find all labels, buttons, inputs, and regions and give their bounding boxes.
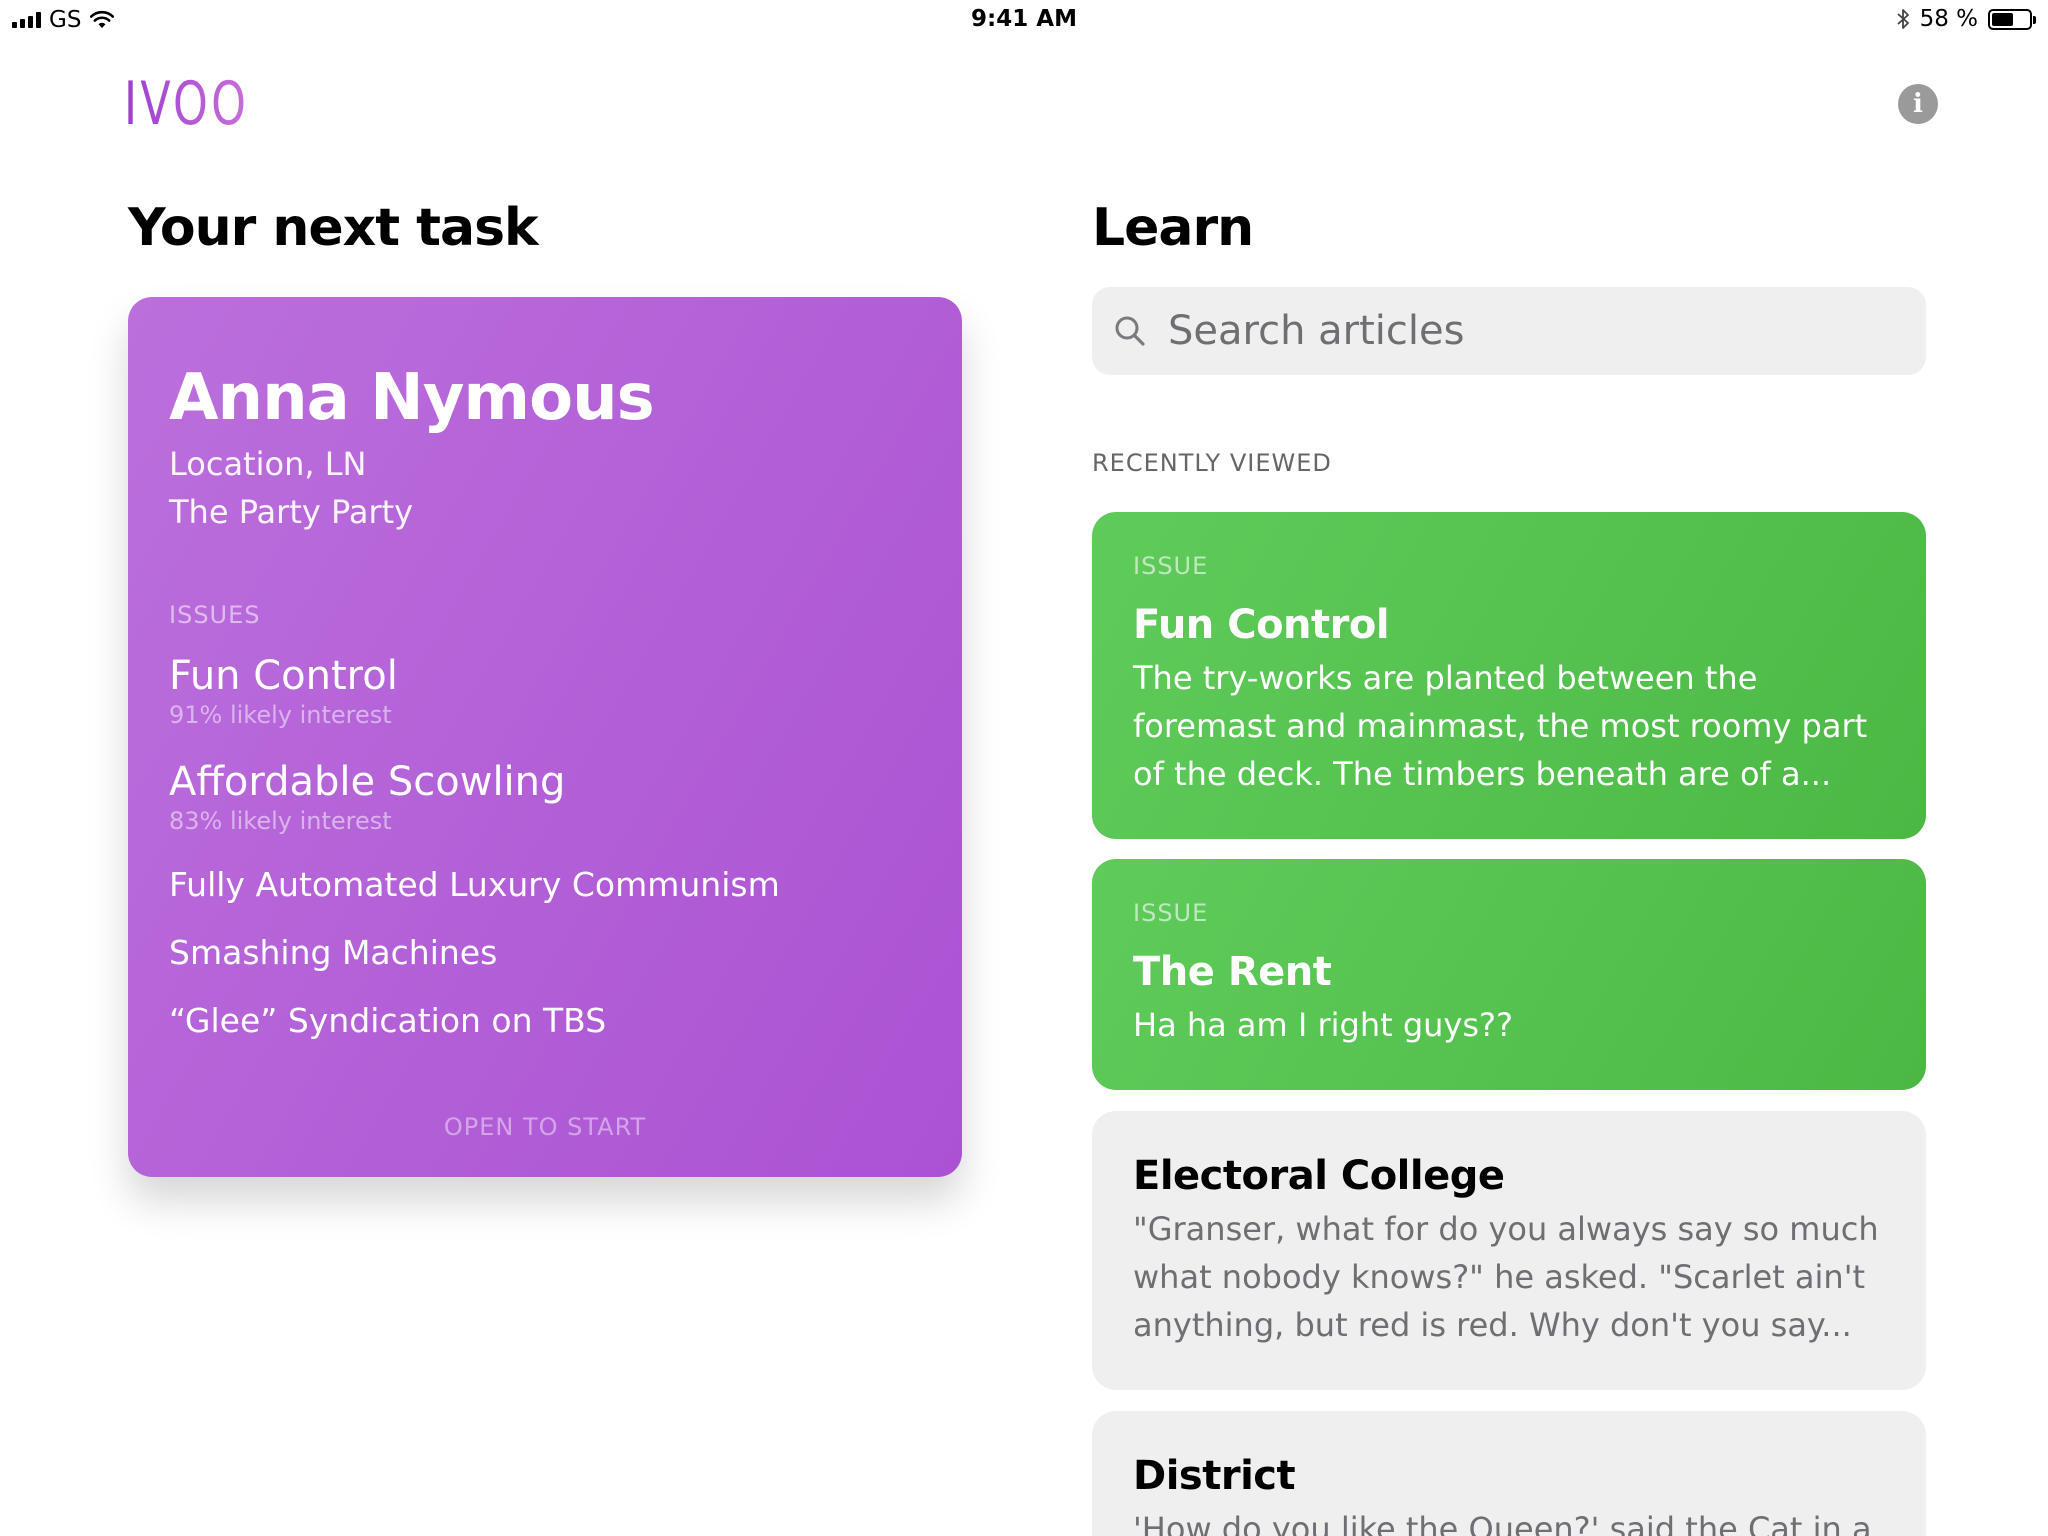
task-section-title: Your next task	[128, 198, 539, 258]
article-card-electoral-college[interactable]: Electoral College "Granser, what for do …	[1092, 1111, 1926, 1390]
issue-item: Smashing Machines	[169, 933, 498, 972]
article-title: Fun Control	[1133, 602, 1390, 648]
recently-viewed-heading: RECENTLY VIEWED	[1092, 449, 1332, 477]
open-to-start-label: OPEN TO START	[443, 1113, 647, 1141]
issues-heading: ISSUES	[169, 601, 261, 629]
issue-name: Affordable Scowling	[169, 759, 566, 805]
search-input[interactable]	[1166, 287, 1906, 375]
article-title: District	[1133, 1453, 1296, 1499]
bluetooth-icon	[1896, 9, 1909, 29]
issue-item: Affordable Scowling 83% likely interest	[169, 759, 565, 835]
status-right: 58 %	[1896, 6, 2036, 32]
issue-item: Fully Automated Luxury Communism	[169, 865, 780, 904]
article-title: The Rent	[1133, 949, 1332, 995]
article-card-district[interactable]: District 'How do you like the Queen?' sa…	[1092, 1411, 1926, 1536]
article-excerpt: The try-works are planted between the fo…	[1133, 659, 1868, 793]
article-tag: ISSUE	[1133, 899, 1209, 927]
battery-fill	[1992, 12, 2013, 26]
article-tag: ISSUE	[1133, 552, 1209, 580]
person-name: Anna Nymous	[169, 361, 655, 435]
article-excerpt: Ha ha am I right guys??	[1133, 1006, 1513, 1044]
article-card-fun-control[interactable]: ISSUE Fun Control The try-works are plan…	[1092, 512, 1926, 839]
article-excerpt: 'How do you like the Queen?' said the Ca…	[1133, 1510, 1872, 1536]
issue-name: Fun Control	[169, 653, 398, 699]
battery-icon	[1988, 8, 2036, 30]
issue-item: Fun Control 91% likely interest	[169, 653, 398, 729]
info-icon[interactable]: i	[1898, 84, 1938, 124]
person-location: Location, LN	[169, 445, 367, 483]
article-title: Electoral College	[1133, 1153, 1505, 1199]
article-excerpt: "Granser, what for do you always say so …	[1133, 1210, 1879, 1344]
search-bar[interactable]	[1092, 287, 1926, 375]
learn-section-title: Learn	[1092, 198, 1254, 258]
issue-item: “Glee” Syndication on TBS	[169, 1001, 607, 1040]
issue-interest: 83% likely interest	[169, 807, 392, 835]
ivoo-logo[interactable]: IVOO	[124, 72, 249, 136]
person-party: The Party Party	[169, 493, 414, 531]
status-time: 9:41 AM	[971, 6, 1077, 32]
battery-percent: 58 %	[1919, 6, 1978, 32]
next-task-card[interactable]: Anna Nymous Location, LN The Party Party…	[128, 297, 962, 1177]
issue-interest: 91% likely interest	[169, 701, 392, 729]
article-card-the-rent[interactable]: ISSUE The Rent Ha ha am I right guys??	[1092, 859, 1926, 1090]
search-icon	[1115, 316, 1145, 346]
status-bar: GS 9:41 AM 58 %	[0, 0, 2048, 40]
